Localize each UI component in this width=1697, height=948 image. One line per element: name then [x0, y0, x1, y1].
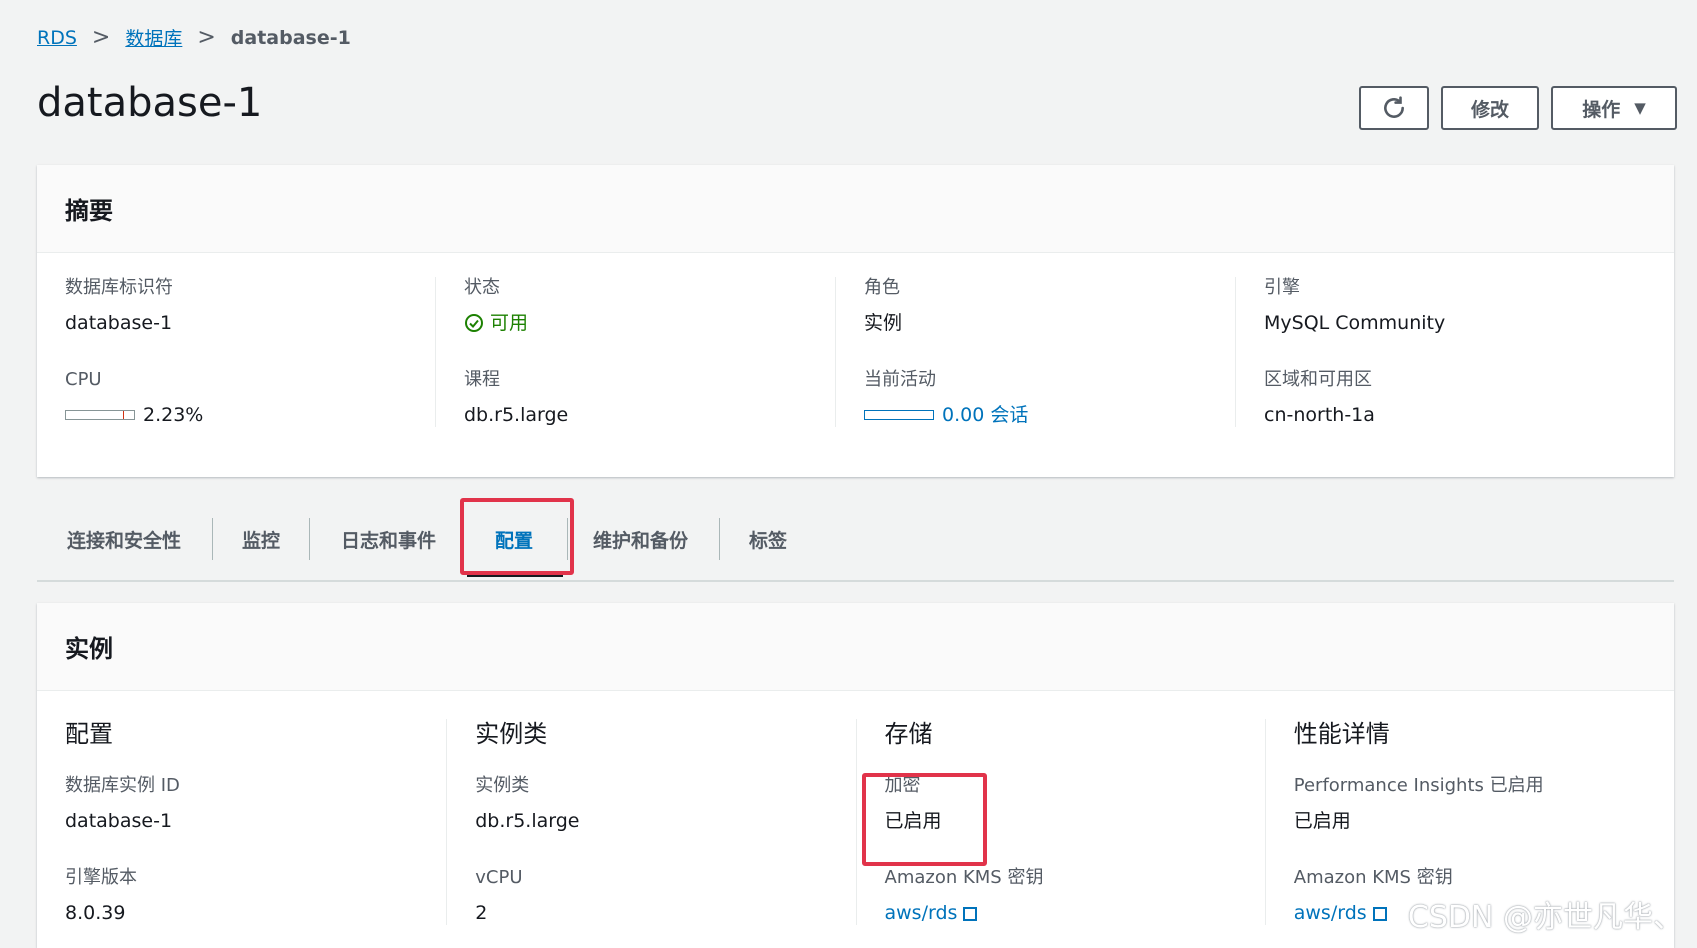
tab-monitoring[interactable]: 监控 — [242, 526, 280, 553]
chevron-right-icon: > — [91, 25, 111, 50]
region-label: 区域和可用区 — [1264, 369, 1372, 390]
pi-value: 已启用 — [1293, 810, 1351, 832]
activity-label: 当前活动 — [864, 369, 936, 390]
instance-class-label: 实例类 — [475, 775, 530, 796]
storage-title: 存储 — [884, 720, 933, 748]
instance-class-title: 实例类 — [475, 720, 548, 748]
engine-value: MySQL Community — [1264, 312, 1446, 334]
pi-label: Performance Insights 已启用 — [1293, 775, 1544, 796]
instance-heading: 实例 — [37, 603, 1674, 691]
cpu-label: CPU — [65, 369, 102, 390]
config-title: 配置 — [65, 720, 113, 748]
activity-link[interactable]: 0.00 会话 — [942, 403, 1028, 427]
breadcrumb-rds[interactable]: RDS — [37, 27, 77, 49]
tab-logs-events[interactable]: 日志和事件 — [341, 526, 436, 553]
tab-maintenance[interactable]: 维护和备份 — [593, 526, 688, 553]
engine-label: 引擎 — [1264, 277, 1300, 298]
activity-meter: 0.00 会话 — [864, 403, 1215, 427]
external-link-icon[interactable] — [963, 907, 978, 921]
summary-col-3: 角色 实例 当前活动 0.00 会话 — [835, 277, 1235, 427]
role-value: 实例 — [864, 312, 903, 334]
pi-kms-link[interactable]: aws/rds — [1294, 902, 1367, 924]
config-col: 配置 数据库实例 ID database-1 引擎版本 8.0.39 — [65, 719, 446, 925]
summary-heading: 摘要 — [37, 165, 1674, 253]
storage-kms-row: aws/rds — [885, 901, 1245, 925]
class-value: db.r5.large — [464, 404, 569, 426]
summary-col-2: 状态 可用 课程 db.r5.large — [435, 277, 835, 427]
storage-kms-link[interactable]: aws/rds — [885, 902, 958, 924]
cpu-value: 2.23% — [143, 404, 204, 426]
external-link-icon[interactable] — [1372, 907, 1387, 921]
instance-class-col: 实例类 实例类 db.r5.large vCPU 2 — [446, 719, 855, 925]
engine-version-value: 8.0.39 — [65, 902, 126, 924]
status-label: 状态 — [464, 277, 500, 298]
highlight-box-config-tab — [460, 498, 574, 575]
storage-kms-label: Amazon KMS 密钥 — [884, 867, 1044, 888]
check-circle-icon — [465, 314, 483, 332]
summary-col-1: 数据库标识符 database-1 CPU 2.23% — [65, 277, 435, 427]
pi-kms-label: Amazon KMS 密钥 — [1293, 867, 1453, 888]
breadcrumb-current: database-1 — [230, 26, 351, 49]
caret-down-icon: ▼ — [1634, 99, 1646, 117]
vcpu-value: 2 — [475, 902, 488, 924]
header-actions: 修改 操作 ▼ — [1359, 86, 1677, 130]
highlight-box-encryption — [862, 773, 987, 866]
actions-label: 操作 — [1582, 98, 1621, 121]
instance-id-value: database-1 — [65, 810, 173, 832]
status-badge: 可用 — [464, 311, 815, 335]
chevron-right-icon: > — [197, 25, 216, 50]
tab-tags[interactable]: 标签 — [749, 526, 787, 553]
cpu-meter: 2.23% — [65, 403, 415, 427]
page-title: database-1 — [37, 80, 263, 126]
summary-col-4: 引擎 MySQL Community 区域和可用区 cn-north-1a — [1235, 277, 1635, 427]
tab-connectivity[interactable]: 连接和安全性 — [67, 526, 181, 553]
db-identifier-value: database-1 — [65, 312, 173, 334]
db-identifier-label: 数据库标识符 — [65, 277, 173, 298]
modify-button[interactable]: 修改 — [1441, 86, 1539, 130]
role-label: 角色 — [864, 277, 900, 298]
summary-panel: 摘要 数据库标识符 database-1 CPU 2.23% 状态 可用 课程 … — [37, 165, 1674, 477]
region-value: cn-north-1a — [1264, 404, 1375, 426]
class-label: 课程 — [464, 369, 500, 390]
detail-tabs: 连接和安全性 监控 日志和事件 配置 维护和备份 标签 — [37, 500, 1674, 582]
refresh-icon — [1384, 96, 1404, 118]
performance-title: 性能详情 — [1293, 720, 1390, 748]
status-value: 可用 — [490, 312, 529, 334]
refresh-button[interactable] — [1359, 86, 1429, 130]
engine-version-label: 引擎版本 — [65, 867, 137, 888]
breadcrumb: RDS > 数据库 > database-1 — [37, 24, 351, 51]
activity-bar — [864, 410, 934, 420]
instance-id-label: 数据库实例 ID — [65, 775, 180, 796]
instance-class-value: db.r5.large — [475, 810, 580, 832]
watermark: CSDN @亦世凡华、 — [1407, 900, 1683, 935]
actions-dropdown-button[interactable]: 操作 ▼ — [1551, 86, 1677, 130]
vcpu-label: vCPU — [475, 867, 523, 888]
cpu-bar — [65, 410, 135, 420]
breadcrumb-databases[interactable]: 数据库 — [125, 24, 182, 51]
